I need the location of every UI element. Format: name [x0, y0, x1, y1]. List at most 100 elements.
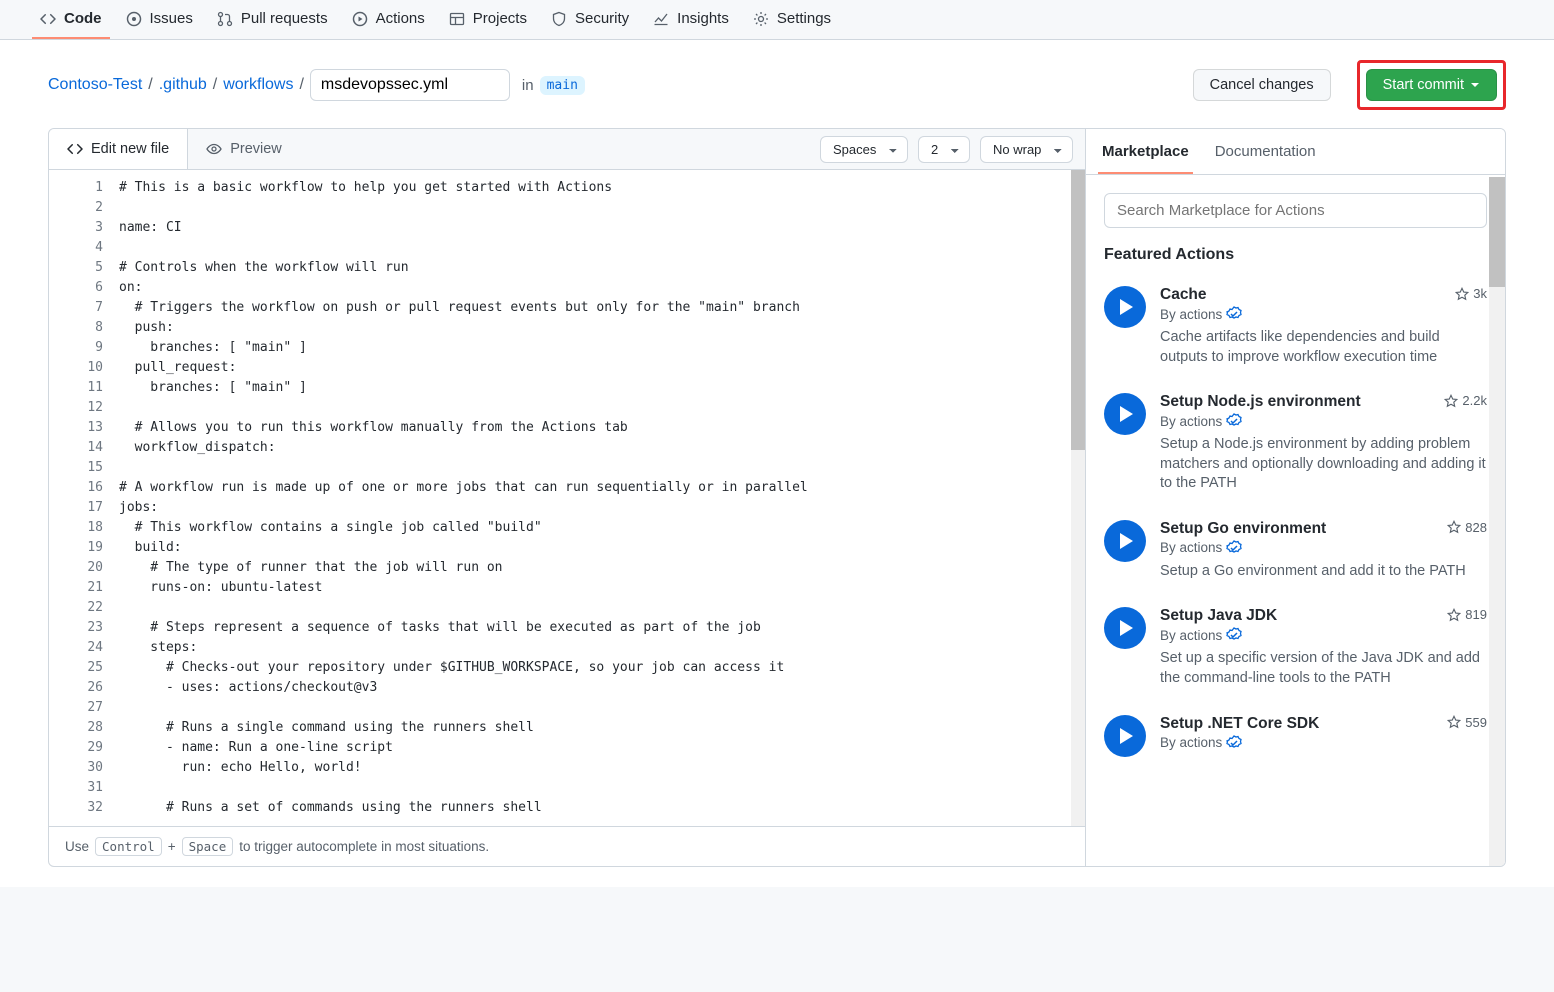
repo-nav: Code Issues Pull requests Actions Projec… — [0, 0, 1554, 40]
nav-actions[interactable]: Actions — [344, 0, 433, 39]
file-path-row: Contoso-Test / .github / workflows / in … — [48, 60, 1506, 110]
footer-plus: + — [168, 839, 176, 854]
side-tab-marketplace[interactable]: Marketplace — [1098, 129, 1193, 174]
code-editor[interactable]: # This is a basic workflow to help you g… — [119, 170, 1071, 826]
start-commit-label: Start commit — [1383, 77, 1464, 93]
star-icon — [1447, 520, 1461, 534]
verified-icon — [1226, 540, 1242, 556]
action-author: By actions — [1160, 627, 1487, 643]
nav-label: Settings — [777, 10, 831, 27]
action-stars[interactable]: 828 — [1447, 520, 1487, 535]
kbd-control: Control — [95, 837, 162, 856]
verified-icon — [1226, 735, 1242, 751]
nav-projects[interactable]: Projects — [441, 0, 535, 39]
path-sep: / — [213, 76, 217, 94]
nav-code[interactable]: Code — [32, 0, 110, 39]
issue-icon — [126, 11, 142, 27]
action-title: Setup .NET Core SDK — [1160, 715, 1319, 733]
action-author: By actions — [1160, 540, 1487, 556]
action-card[interactable]: Setup Go environment 828 By actions Setup … — [1104, 510, 1487, 598]
action-desc: Cache artifacts like dependencies and bu… — [1160, 328, 1487, 367]
action-stars[interactable]: 3k — [1455, 286, 1487, 301]
action-desc: Setup a Node.js environment by adding pr… — [1160, 435, 1487, 494]
editor-hint: Use Control + Space to trigger autocompl… — [49, 826, 1085, 866]
play-icon — [1104, 286, 1146, 328]
path-sep: / — [148, 76, 152, 94]
table-icon — [449, 11, 465, 27]
star-icon — [1455, 287, 1469, 301]
play-icon — [1104, 520, 1146, 562]
action-stars[interactable]: 819 — [1447, 607, 1487, 622]
nav-label: Issues — [150, 10, 193, 27]
nav-pr[interactable]: Pull requests — [209, 0, 336, 39]
action-author: By actions — [1160, 306, 1487, 322]
action-stars[interactable]: 559 — [1447, 715, 1487, 730]
star-icon — [1447, 608, 1461, 622]
play-icon — [1104, 715, 1146, 757]
action-desc: Setup a Go environment and add it to the… — [1160, 562, 1487, 582]
indent-size-select[interactable]: 2 — [918, 136, 970, 163]
action-desc: Set up a specific version of the Java JD… — [1160, 649, 1487, 688]
nav-insights[interactable]: Insights — [645, 0, 737, 39]
action-title: Setup Java JDK — [1160, 607, 1277, 625]
nav-settings[interactable]: Settings — [745, 0, 839, 39]
filename-input[interactable] — [310, 69, 510, 101]
nav-label: Insights — [677, 10, 729, 27]
action-card[interactable]: Cache 3k By actions Cache artifacts like d… — [1104, 276, 1487, 383]
verified-icon — [1226, 413, 1242, 429]
code-icon — [40, 11, 56, 27]
play-icon — [1104, 607, 1146, 649]
nav-label: Actions — [376, 10, 425, 27]
start-commit-button[interactable]: Start commit — [1366, 69, 1497, 101]
star-icon — [1447, 715, 1461, 729]
verified-icon — [1226, 306, 1242, 322]
shield-icon — [551, 11, 567, 27]
breadcrumb-repo[interactable]: Contoso-Test — [48, 76, 142, 94]
gear-icon — [753, 11, 769, 27]
kbd-space: Space — [182, 837, 234, 856]
action-title: Setup Node.js environment — [1160, 393, 1361, 411]
cancel-button[interactable]: Cancel changes — [1193, 69, 1331, 101]
nav-label: Security — [575, 10, 629, 27]
star-icon — [1444, 394, 1458, 408]
branch-badge[interactable]: main — [540, 76, 585, 95]
side-tab-docs[interactable]: Documentation — [1211, 129, 1320, 174]
tab-preview[interactable]: Preview — [188, 129, 300, 169]
path-sep: / — [299, 76, 303, 94]
editor-scrollbar[interactable] — [1071, 170, 1085, 826]
line-gutter: 1234567891011121314151617181920212223242… — [49, 170, 119, 826]
play-icon — [1104, 393, 1146, 435]
featured-heading: Featured Actions — [1104, 246, 1487, 264]
caret-down-icon — [1470, 80, 1480, 90]
footer-post: to trigger autocomplete in most situatio… — [239, 839, 489, 854]
action-card[interactable]: Setup Java JDK 819 By actions Set up a spe… — [1104, 597, 1487, 704]
sidebar-scrollbar[interactable] — [1489, 177, 1505, 866]
action-author: By actions — [1160, 413, 1487, 429]
pr-icon — [217, 11, 233, 27]
in-text: in — [522, 77, 534, 94]
nav-label: Code — [64, 10, 102, 27]
action-title: Cache — [1160, 286, 1207, 304]
footer-pre: Use — [65, 839, 89, 854]
tab-edit-label: Edit new file — [91, 141, 169, 157]
tab-preview-label: Preview — [230, 141, 282, 157]
tab-edit-file[interactable]: Edit new file — [49, 129, 188, 169]
action-card[interactable]: Setup Node.js environment2.2kBy actions … — [1104, 383, 1487, 510]
indent-mode-select[interactable]: Spaces — [820, 136, 908, 163]
action-card[interactable]: Setup .NET Core SDK 559 By actions — [1104, 705, 1487, 773]
nav-issues[interactable]: Issues — [118, 0, 201, 39]
graph-icon — [653, 11, 669, 27]
wrap-mode-select[interactable]: No wrap — [980, 136, 1073, 163]
breadcrumb-folder1[interactable]: .github — [159, 76, 207, 94]
marketplace-search-input[interactable] — [1104, 193, 1487, 228]
nav-label: Pull requests — [241, 10, 328, 27]
nav-label: Projects — [473, 10, 527, 27]
eye-icon — [206, 141, 222, 157]
action-stars[interactable]: 2.2k — [1444, 393, 1487, 408]
action-title: Setup Go environment — [1160, 520, 1326, 538]
nav-security[interactable]: Security — [543, 0, 637, 39]
play-icon — [352, 11, 368, 27]
action-author: By actions — [1160, 735, 1487, 751]
verified-icon — [1226, 627, 1242, 643]
breadcrumb-folder2[interactable]: workflows — [223, 76, 293, 94]
